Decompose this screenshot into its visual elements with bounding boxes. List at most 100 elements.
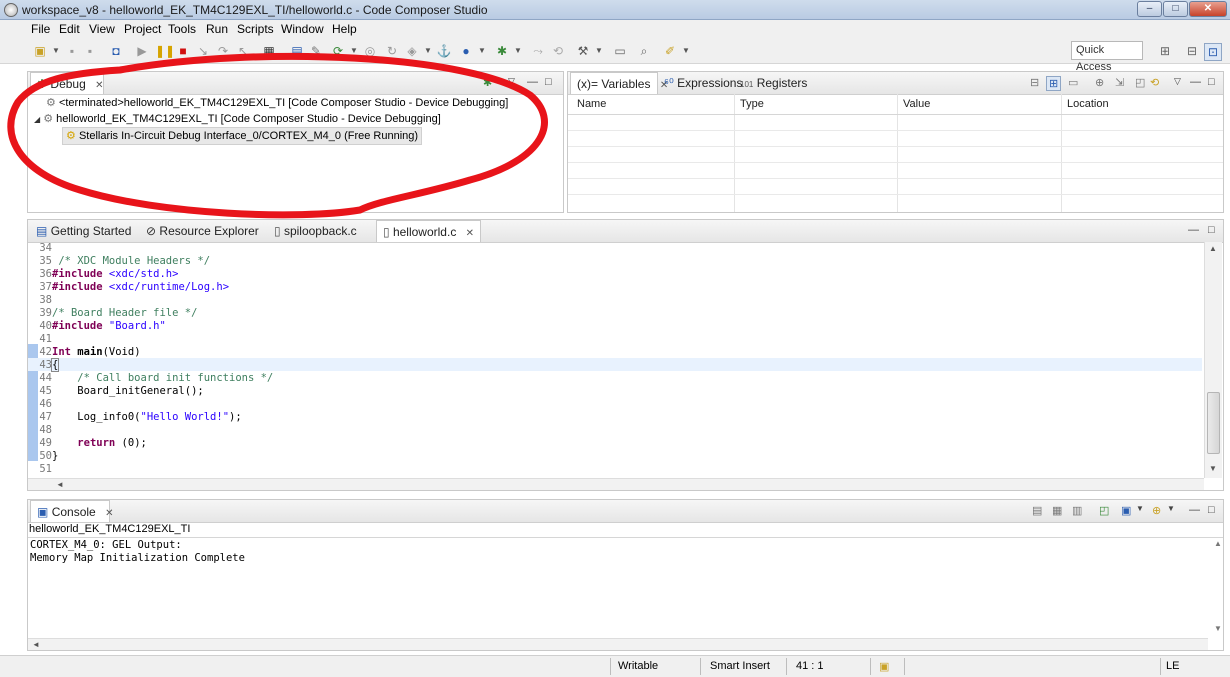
pin-console-icon[interactable]: ◰: [1099, 504, 1109, 517]
close-icon[interactable]: ✕: [466, 228, 474, 239]
editor-area: ▤ Getting Started ⊘ Resource Explorer ▯ …: [27, 219, 1224, 491]
code-statement: Board_initGeneral();: [52, 385, 204, 397]
quick-access-input[interactable]: Quick Access: [1071, 41, 1143, 73]
row-divider: [568, 146, 1223, 147]
code-line: 48: [28, 424, 52, 437]
tab-resource-explorer[interactable]: ⊘ Resource Explorer: [140, 220, 265, 242]
maximize-button[interactable]: □: [1163, 1, 1188, 17]
tab-registers[interactable]: 101 Registers: [734, 72, 813, 94]
word-wrap-icon[interactable]: ▥: [1072, 504, 1082, 517]
terminal-icon[interactable]: ▭: [612, 43, 628, 59]
tab-spiloopback-label: spiloopback.c: [283, 224, 357, 238]
search-icon[interactable]: ⌕: [636, 43, 652, 59]
scroll-thumb[interactable]: [1207, 392, 1220, 454]
menu-edit[interactable]: Edit: [59, 22, 80, 36]
minimize-view-icon[interactable]: —: [1189, 504, 1200, 516]
column-header-location[interactable]: Location: [1067, 94, 1109, 114]
open-perspective-icon[interactable]: ⊞: [1157, 43, 1173, 59]
code-line: 40#include "Board.h": [28, 320, 165, 333]
tab-helloworld[interactable]: ▯ helloworld.c ✕: [376, 220, 482, 242]
line-number: 34: [39, 242, 52, 254]
maximize-view-icon[interactable]: □: [1208, 504, 1215, 516]
minimize-view-icon[interactable]: —: [1190, 76, 1201, 88]
row-divider: [568, 162, 1223, 163]
view-menu-icon[interactable]: ▽: [1174, 76, 1181, 87]
open-console-icon[interactable]: ⊕: [1152, 504, 1161, 517]
scroll-down-icon[interactable]: ▼: [1214, 624, 1222, 633]
display-console-icon[interactable]: ▣: [1121, 504, 1131, 517]
app-icon: [4, 3, 18, 17]
code-line: 43{: [28, 358, 60, 372]
line-number: 48: [39, 424, 52, 436]
menu-view[interactable]: View: [89, 22, 115, 36]
hammer-icon[interactable]: ⚒: [575, 43, 591, 59]
tab-getting-started[interactable]: ▤ Getting Started: [30, 220, 137, 242]
code-line: 50}: [28, 450, 58, 463]
status-insert-mode[interactable]: Smart Insert: [710, 660, 770, 672]
dropdown-arrow-icon[interactable]: ▼: [591, 43, 607, 59]
scroll-up-icon[interactable]: ▲: [1214, 539, 1222, 548]
new-variable-icon[interactable]: ⊕: [1095, 76, 1104, 89]
console-horizontal-scrollbar[interactable]: ◄: [28, 638, 1208, 650]
menu-run[interactable]: Run: [206, 22, 228, 36]
menu-project[interactable]: Project: [124, 22, 161, 36]
code-line: 34: [28, 242, 52, 255]
maximize-view-icon[interactable]: □: [1208, 224, 1215, 236]
code-comment: /* Call board init functions */: [52, 372, 274, 384]
status-separator: [904, 658, 905, 675]
debug-perspective-icon[interactable]: ⊡: [1204, 43, 1222, 61]
console-output-line: CORTEX_M4_0: GEL Output:: [30, 539, 182, 551]
scroll-up-icon[interactable]: ▲: [1209, 244, 1217, 253]
editor-tabstrip: ▤ Getting Started ⊘ Resource Explorer ▯ …: [28, 220, 1223, 243]
dropdown-arrow-icon[interactable]: ▼: [678, 43, 694, 59]
menu-help[interactable]: Help: [332, 22, 357, 36]
code-editor[interactable]: 34 35 /* XDC Module Headers */ 36#includ…: [28, 242, 1223, 478]
dropdown-arrow-icon[interactable]: ▼: [1167, 504, 1175, 513]
code-comment: /* XDC Module Headers */: [52, 255, 211, 267]
menu-bar: File Edit View Project Tools Run Scripts…: [0, 20, 1230, 38]
menu-window[interactable]: Window: [281, 22, 324, 36]
scroll-down-icon[interactable]: ▼: [1209, 464, 1217, 473]
column-header-type[interactable]: Type: [740, 94, 764, 114]
pencil-icon[interactable]: ✐: [662, 43, 678, 59]
scroll-lock-icon[interactable]: ▦: [1052, 504, 1062, 517]
status-separator: [1160, 658, 1161, 675]
minimize-button[interactable]: –: [1137, 1, 1162, 17]
code-line: 49 return (0);: [28, 437, 147, 450]
row-divider: [568, 194, 1223, 195]
sync-view-icon[interactable]: ⟲: [1150, 76, 1159, 89]
tab-spiloopback[interactable]: ▯ spiloopback.c: [268, 220, 363, 242]
code-line: 37#include <xdc/runtime/Log.h>: [28, 281, 229, 294]
collapse-all-icon[interactable]: ⊟: [1030, 76, 1039, 89]
column-header-name[interactable]: Name: [577, 94, 606, 114]
progress-icon[interactable]: ▣: [879, 660, 889, 673]
code-statement: return (0);: [77, 437, 147, 449]
menu-scripts[interactable]: Scripts: [237, 22, 274, 36]
select-all-icon[interactable]: ▭: [1068, 76, 1078, 89]
menu-file[interactable]: File: [31, 22, 50, 36]
tab-console[interactable]: ▣ Console ✕: [30, 500, 113, 522]
editor-vertical-scrollbar[interactable]: ▲ ▼: [1204, 242, 1222, 478]
export-icon[interactable]: ⇲: [1115, 76, 1124, 89]
row-divider: [568, 130, 1223, 131]
scroll-left-icon[interactable]: ◄: [32, 640, 40, 649]
menu-tools[interactable]: Tools: [168, 22, 196, 36]
scroll-left-icon[interactable]: ◄: [56, 480, 64, 489]
close-button[interactable]: ✕: [1189, 1, 1227, 17]
expressions-icon: ⁶⁰: [664, 76, 674, 90]
tab-variables[interactable]: (x)= Variables ✕: [570, 72, 668, 94]
clear-console-icon[interactable]: ▤: [1032, 504, 1042, 517]
edit-perspective-icon[interactable]: ⊟: [1184, 43, 1200, 59]
minimize-view-icon[interactable]: —: [1188, 224, 1199, 236]
maximize-view-icon[interactable]: □: [1208, 76, 1215, 88]
variables-view: (x)= Variables ✕ ⁶⁰ Expressions 101 Regi…: [567, 71, 1224, 213]
close-icon[interactable]: ✕: [105, 508, 113, 519]
column-header-value[interactable]: Value: [903, 94, 930, 114]
editor-horizontal-scrollbar[interactable]: ◄: [28, 478, 1204, 490]
current-line-highlight: [28, 358, 1202, 371]
title-bar: workspace_v8 - helloworld_EK_TM4C129EXL_…: [0, 0, 1230, 20]
pin-icon[interactable]: ◰: [1135, 76, 1145, 89]
show-type-names-icon[interactable]: ⊞: [1046, 76, 1062, 91]
dropdown-arrow-icon[interactable]: ▼: [1136, 504, 1144, 513]
console-view: ▣ Console ✕ ▤ ▦ ▥ ◰ ▣ ▼ ⊕ ▼ — □ hellowor…: [27, 499, 1224, 651]
